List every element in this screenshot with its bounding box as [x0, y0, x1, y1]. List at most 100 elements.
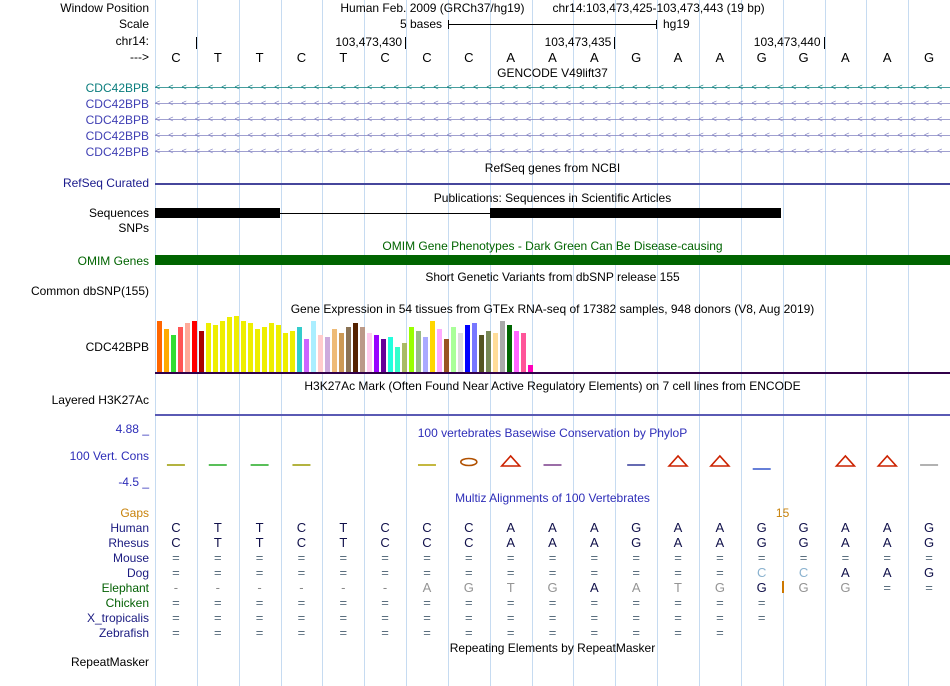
- multiz-species-label[interactable]: Zebrafish: [0, 626, 152, 640]
- multiz-row-x_tropicalis[interactable]: X_tropicalis = = = = = = = = = = = = = = =: [0, 610, 950, 625]
- multiz-base: =: [172, 610, 180, 625]
- multiz-row-zebrafish[interactable]: Zebrafish = = = = = = = = = = = = = =: [0, 625, 950, 640]
- multiz-base: G: [924, 535, 935, 550]
- multiz-base: =: [297, 595, 306, 610]
- multiz-base: =: [255, 550, 264, 565]
- multiz-base: =: [506, 595, 515, 610]
- multiz-base: A: [506, 520, 516, 535]
- multiz-row-elephant[interactable]: Elephant - - - - - - A G T G A A T G G G G = =: [0, 580, 950, 595]
- multiz-base: =: [548, 610, 557, 625]
- multiz-base: =: [423, 550, 431, 565]
- multiz-row-rhesus[interactable]: Rhesus C T T C T C C C A A A G A A G G A A G: [0, 535, 950, 550]
- multiz-base: =: [716, 595, 724, 610]
- multiz-row-mouse[interactable]: Mouse = = = = = = = = = = = = = = = = = = =: [0, 550, 950, 565]
- multiz-base: C: [798, 565, 809, 580]
- multiz-row-dog[interactable]: Dog = = = = = = = = = = = = = = C C A A G: [0, 565, 950, 580]
- multiz-base: =: [716, 610, 724, 625]
- multiz-base: =: [590, 550, 599, 565]
- multiz-base: =: [841, 550, 850, 565]
- multiz-species-label[interactable]: Rhesus: [0, 536, 152, 550]
- multiz-base: T: [339, 535, 348, 550]
- multiz-base: G: [798, 580, 809, 595]
- multiz-base: =: [255, 595, 264, 610]
- multiz-base: =: [172, 565, 180, 580]
- multiz-base: =: [297, 565, 306, 580]
- ucsc-genome-browser: Window Position Human Feb. 2009 (GRCh37/…: [0, 0, 950, 686]
- multiz-base: G: [631, 535, 642, 550]
- multiz-base: =: [255, 625, 264, 640]
- multiz-species-label[interactable]: Human: [0, 521, 152, 535]
- multiz-base: G: [463, 580, 474, 595]
- multiz-base: T: [255, 520, 264, 535]
- multiz-base: =: [381, 610, 389, 625]
- multiz-base: =: [214, 625, 222, 640]
- multiz-base: A: [673, 535, 683, 550]
- multiz-species-label[interactable]: Mouse: [0, 551, 152, 565]
- multiz-base: =: [381, 595, 389, 610]
- multiz-base: C: [380, 520, 390, 535]
- multiz-base: =: [465, 610, 473, 625]
- multiz-species-label[interactable]: Dog: [0, 566, 152, 580]
- multiz-base: =: [339, 610, 348, 625]
- multiz-base: =: [381, 565, 389, 580]
- multiz-base: =: [925, 580, 933, 595]
- multiz-base: A: [882, 520, 892, 535]
- multiz-base: T: [506, 580, 515, 595]
- multiz-base: C: [296, 535, 307, 550]
- multiz-base: C: [756, 565, 767, 580]
- multiz-base: -: [173, 580, 179, 595]
- multiz-base: =: [590, 595, 599, 610]
- multiz-base: =: [757, 610, 766, 625]
- multiz-base: =: [548, 595, 557, 610]
- repeatmasker-track[interactable]: RepeatMasker: [0, 655, 950, 669]
- multiz-species-label[interactable]: Gaps: [0, 506, 152, 520]
- multiz-base: T: [213, 535, 222, 550]
- multiz-base: -: [299, 580, 304, 595]
- multiz-base: =: [339, 595, 348, 610]
- multiz-base: =: [674, 565, 682, 580]
- multiz-base: =: [799, 550, 808, 565]
- multiz-base: =: [548, 565, 557, 580]
- multiz-row-chicken[interactable]: Chicken = = = = = = = = = = = = = = =: [0, 595, 950, 610]
- multiz-base: C: [422, 520, 432, 535]
- multiz-base: -: [215, 580, 220, 595]
- multiz-base: =: [214, 610, 222, 625]
- multiz-base: =: [172, 595, 180, 610]
- multiz-base: A: [422, 580, 432, 595]
- multiz-species-label[interactable]: Chicken: [0, 596, 152, 610]
- multiz-species-label[interactable]: Elephant: [0, 581, 152, 595]
- multiz-base: A: [548, 520, 557, 535]
- multiz-base: C: [464, 520, 474, 535]
- multiz-row-human[interactable]: Human C T T C T C C C A A A G A A G G A A G: [0, 520, 950, 535]
- multiz-base: A: [673, 520, 683, 535]
- multiz-base: =: [674, 595, 682, 610]
- multiz-base: =: [214, 565, 222, 580]
- multiz-base: =: [716, 565, 724, 580]
- multiz-base: =: [255, 565, 264, 580]
- multiz-base: =: [632, 595, 640, 610]
- multiz-species-label[interactable]: X_tropicalis: [0, 611, 152, 625]
- multiz-base: G: [756, 535, 767, 550]
- multiz-base: =: [465, 595, 473, 610]
- multiz-base: =: [506, 550, 515, 565]
- multiz-base: -: [382, 580, 388, 595]
- multiz-base: =: [674, 550, 682, 565]
- multiz-base: =: [716, 550, 724, 565]
- multiz-base: =: [214, 550, 222, 565]
- multiz-base: =: [339, 550, 348, 565]
- multiz-base: =: [506, 565, 515, 580]
- multiz-base: =: [506, 610, 515, 625]
- multiz-base: =: [214, 595, 222, 610]
- multiz-base: A: [841, 565, 850, 580]
- multiz-base: C: [171, 520, 181, 535]
- multiz-base: A: [631, 580, 641, 595]
- repeatmasker-label[interactable]: RepeatMasker: [0, 655, 152, 669]
- multiz-base: C: [296, 520, 307, 535]
- multiz-base: =: [590, 610, 599, 625]
- multiz-base: =: [339, 625, 348, 640]
- multiz-base: =: [339, 565, 348, 580]
- multiz-row-gaps[interactable]: Gaps 15: [0, 505, 950, 520]
- multiz-base: A: [841, 535, 850, 550]
- multiz-base: =: [632, 610, 640, 625]
- multiz-alignment-track[interactable]: Gaps 15 Human C T T C T C C C A A A G A A G G A A G Rhesus C T T C…: [0, 0, 950, 686]
